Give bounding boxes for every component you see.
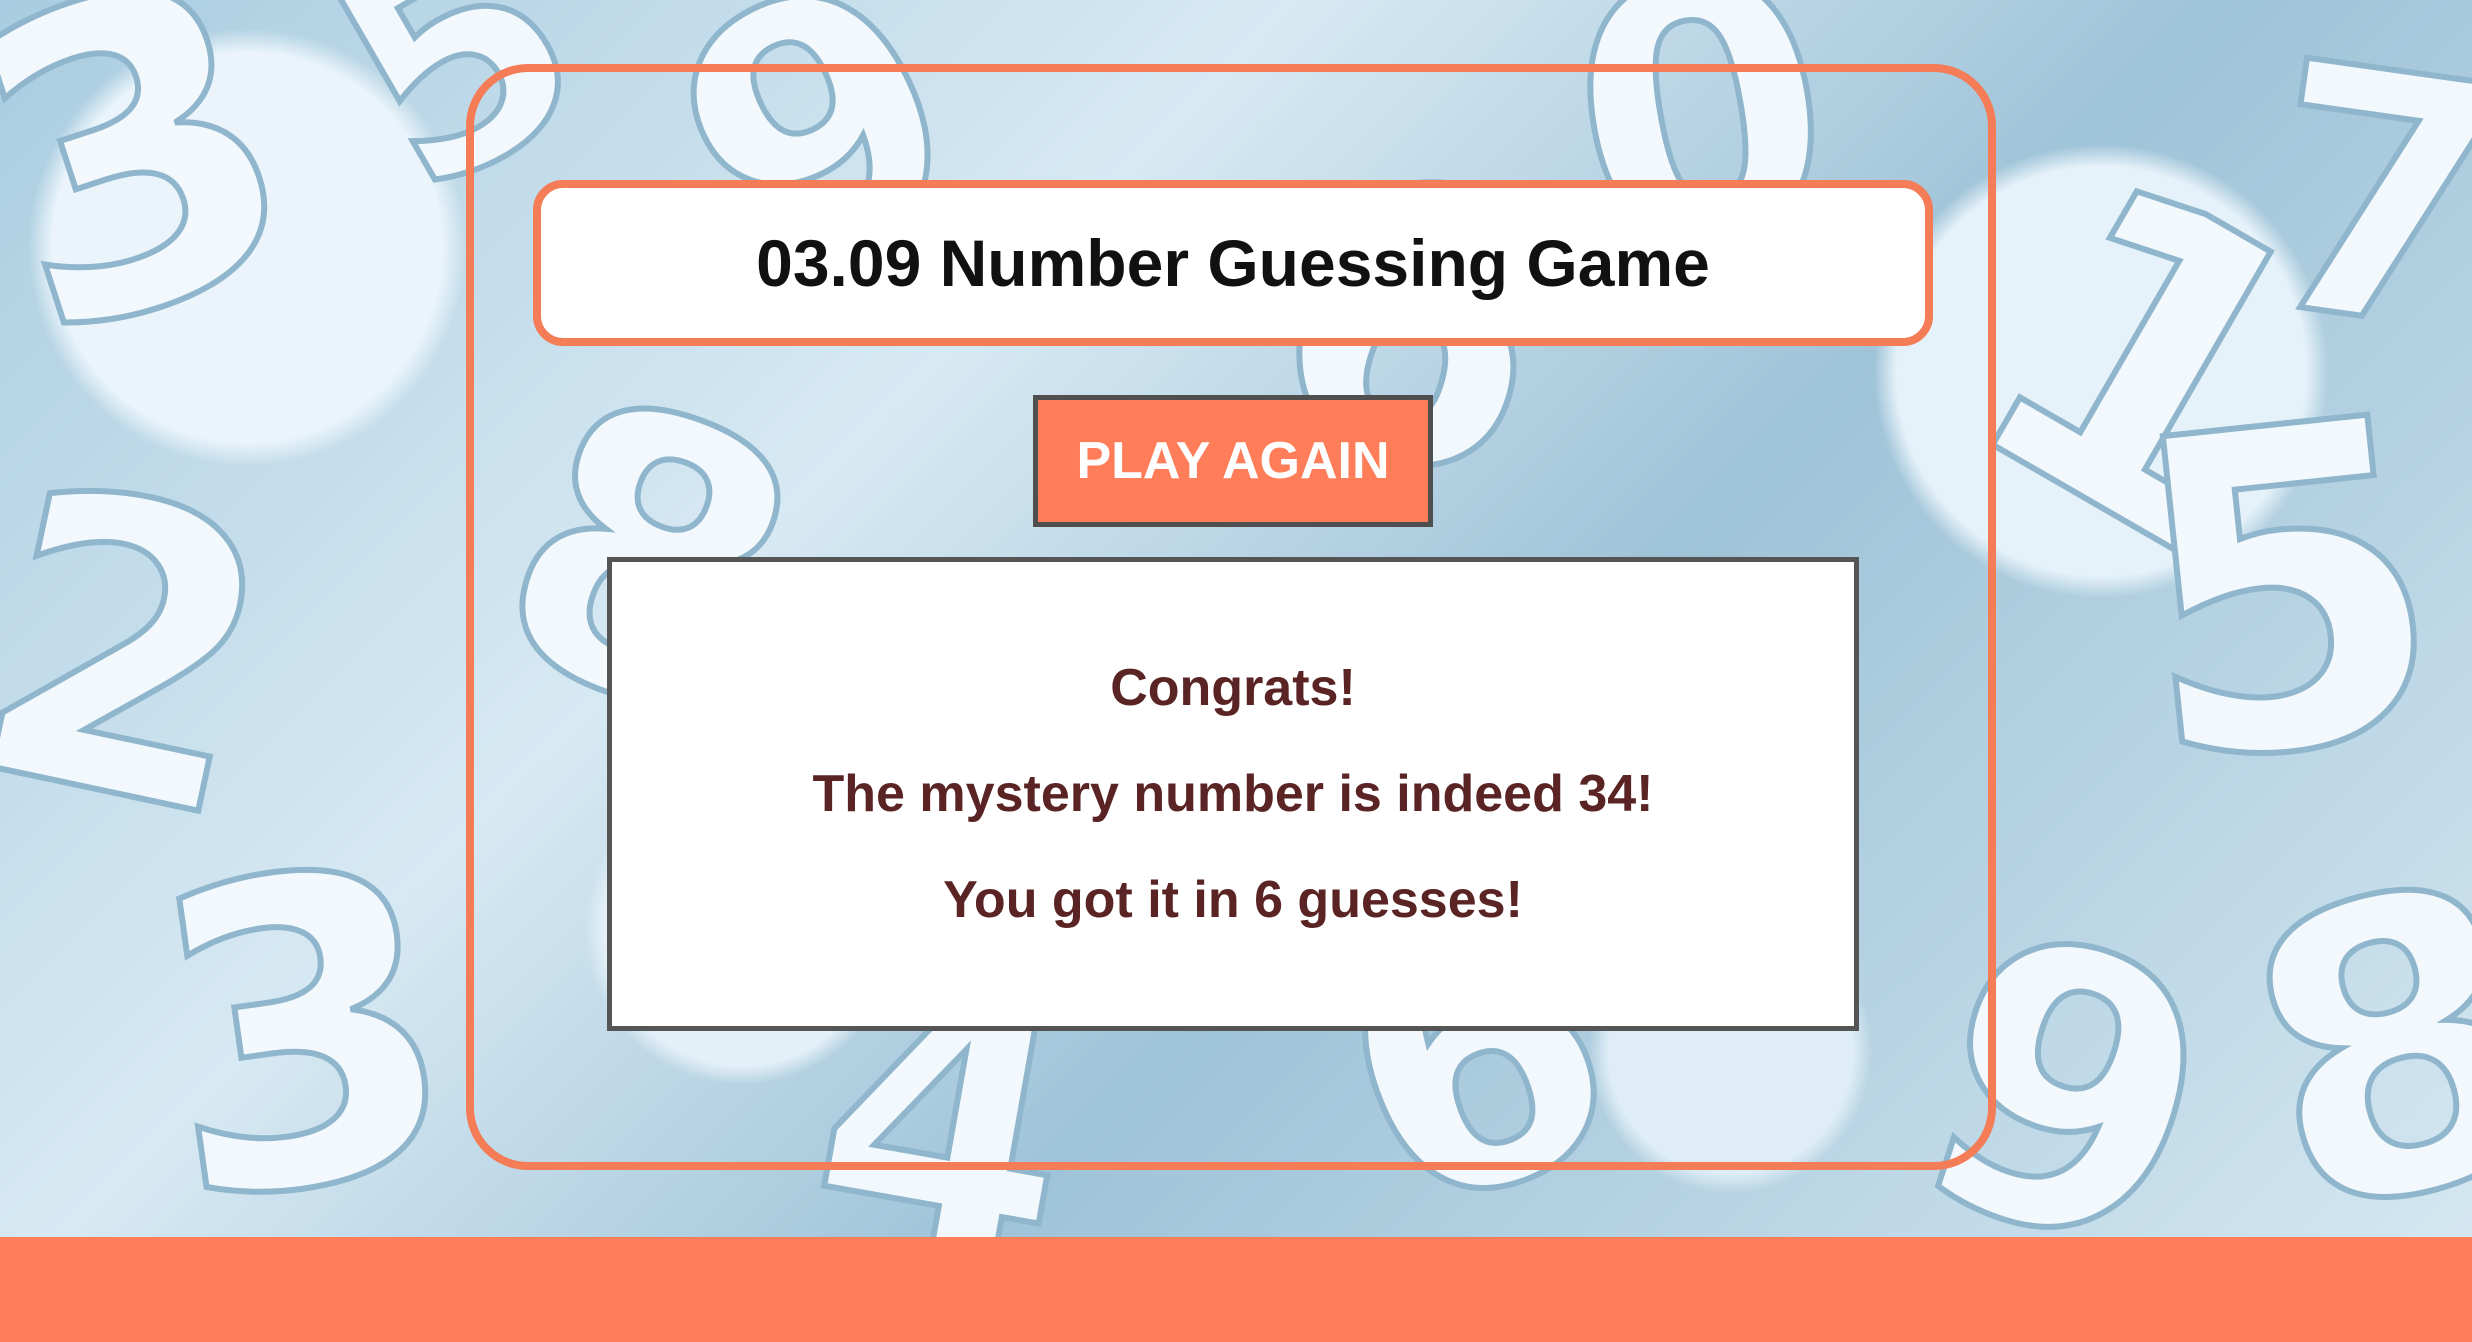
play-again-label: PLAY AGAIN [1076,432,1390,490]
play-again-button[interactable]: PLAY AGAIN [1033,395,1433,527]
svg-text:7: 7 [2239,0,2472,413]
congrats-message: Congrats! [1110,659,1356,717]
page: 3 2 3 8 9 6 0 1 5 9 6 4 8 7 5 03.09 Numb… [0,0,2472,1342]
mystery-number-message: The mystery number is indeed 34! [812,765,1654,823]
svg-text:3: 3 [126,774,483,1237]
svg-text:3: 3 [0,0,349,435]
footer-bar [0,1237,2472,1342]
title-banner: 03.09 Number Guessing Game [533,180,1933,346]
result-panel: Congrats! The mystery number is indeed 3… [607,557,1859,1031]
guess-count-message: You got it in 6 guesses! [943,871,1523,929]
page-title: 03.09 Number Guessing Game [756,226,1710,300]
svg-text:8: 8 [2204,791,2472,1237]
